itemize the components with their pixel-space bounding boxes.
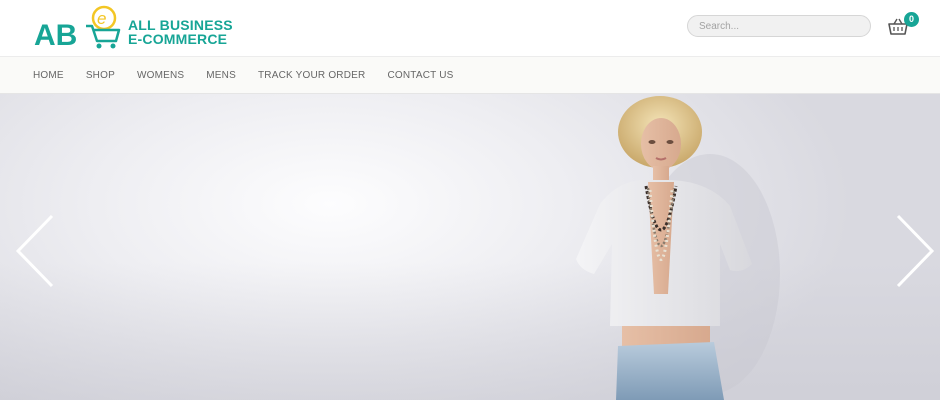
nav-item-home[interactable]: HOME [33, 70, 64, 81]
nav-item-track-order[interactable]: TRACK YOUR ORDER [258, 70, 365, 81]
slider-prev-button[interactable] [12, 212, 56, 290]
logo-line-1: ALL BUSINESS [128, 17, 233, 33]
chevron-right-icon [896, 214, 935, 288]
search-input[interactable] [687, 15, 871, 37]
nav-item-mens[interactable]: MENS [206, 70, 236, 81]
logo-line-2: E-COMMERCE [128, 31, 228, 47]
site-logo[interactable]: AB e ALL BUSINESS E-COMMERCE [34, 4, 234, 50]
main-navigation: HOME SHOP WOMENS MENS TRACK YOUR ORDER C… [0, 56, 940, 94]
chevron-left-icon [15, 214, 54, 288]
site-header: AB e ALL BUSINESS E-COMMERCE 0 [0, 0, 940, 56]
nav-item-contact[interactable]: CONTACT US [387, 70, 453, 81]
logo-mark-accent: e [97, 9, 106, 28]
hero-slider [0, 94, 940, 400]
nav-item-womens[interactable]: WOMENS [137, 70, 184, 81]
cart-count-badge: 0 [904, 12, 919, 27]
logo-mark-text: AB [34, 19, 77, 50]
fashion-model-photo [576, 96, 780, 400]
logo-mark: AB e [34, 5, 121, 50]
cart-button[interactable]: 0 [886, 12, 920, 40]
slider-next-button[interactable] [894, 212, 938, 290]
nav-item-shop[interactable]: SHOP [86, 70, 115, 81]
logo-wordmark: ALL BUSINESS E-COMMERCE [128, 18, 233, 46]
